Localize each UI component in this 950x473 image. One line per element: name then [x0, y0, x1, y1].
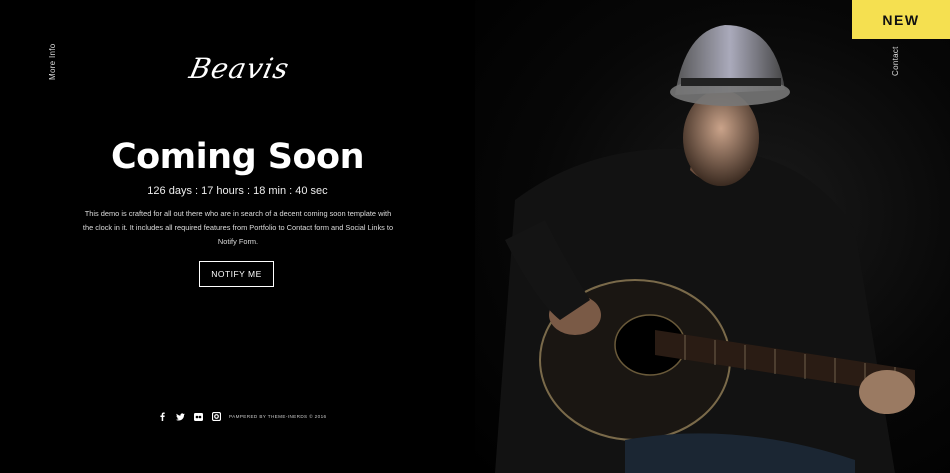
social-links	[158, 411, 221, 422]
guitarist-image	[495, 25, 915, 473]
countdown-timer: 126 days : 17 hours : 18 min : 40 sec	[147, 185, 328, 197]
more-info-link[interactable]: More Info	[48, 44, 57, 81]
description-text: This demo is crafted for all out there w…	[82, 209, 394, 246]
logo[interactable]: Beavis	[186, 52, 292, 85]
facebook-icon[interactable]	[158, 411, 167, 422]
flickr-icon[interactable]	[194, 411, 203, 422]
footer-credit: PAMPERED BY THEME-INERDS © 2016	[229, 414, 327, 419]
hero-photo	[475, 0, 950, 473]
contact-link[interactable]: Contact	[891, 46, 900, 76]
instagram-icon[interactable]	[212, 411, 221, 422]
twitter-icon[interactable]	[176, 411, 185, 422]
new-badge: NEW	[852, 0, 950, 39]
notify-me-button[interactable]: NOTIFY ME	[199, 261, 274, 287]
page-title: Coming Soon	[110, 137, 365, 177]
